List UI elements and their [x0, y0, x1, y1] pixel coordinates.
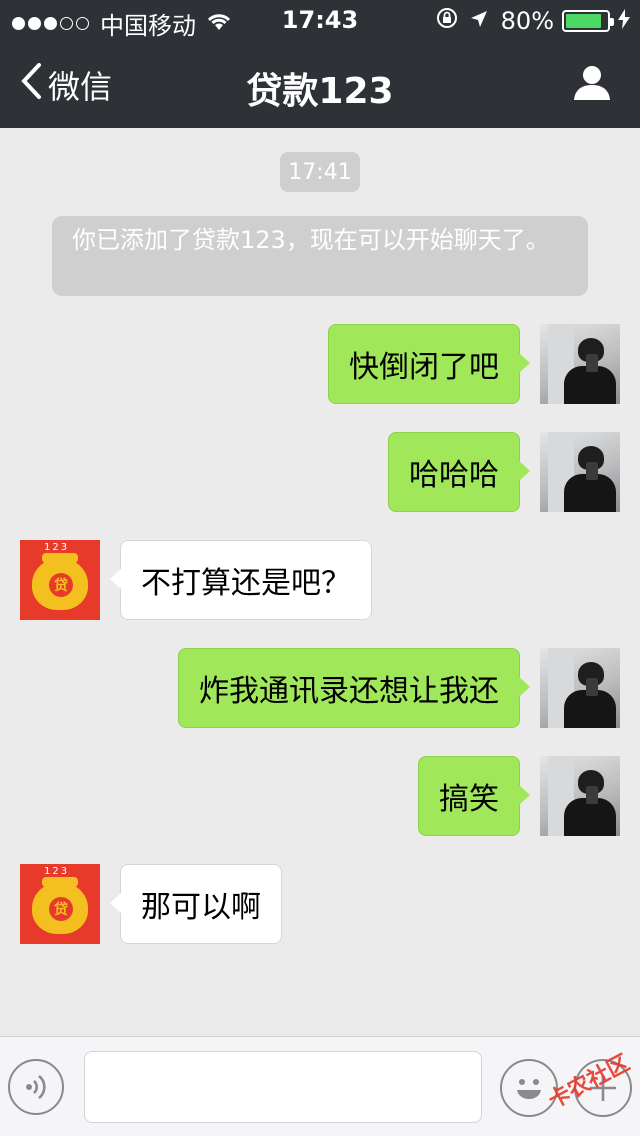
- message-text: 不打算还是吧？: [141, 566, 351, 601]
- my-avatar[interactable]: [540, 648, 620, 728]
- chat-area[interactable]: 17:41 你已添加了贷款123，现在可以开始聊天了。 快倒闭了吧 哈哈哈 12…: [0, 128, 640, 1036]
- message-text: 炸我通讯录还想让我还: [199, 674, 499, 709]
- message-bubble-received[interactable]: 那可以啊: [110, 864, 282, 944]
- status-bar: 中国移动 17:43 80%: [0, 0, 640, 40]
- message-bubble-sent[interactable]: 炸我通讯录还想让我还: [178, 648, 530, 728]
- message-input[interactable]: [84, 1051, 482, 1123]
- person-icon[interactable]: [572, 62, 612, 106]
- message-timestamp: 17:41: [280, 152, 360, 192]
- message-text: 那可以啊: [141, 890, 261, 925]
- contact-avatar[interactable]: 123 贷: [20, 540, 100, 620]
- avatar-coin-text: 贷: [49, 897, 73, 921]
- message-row: 123 贷 不打算还是吧？: [0, 540, 640, 620]
- message-row: 快倒闭了吧: [0, 324, 640, 404]
- message-bubble-sent[interactable]: 搞笑: [418, 756, 530, 836]
- charging-bolt-icon: [618, 7, 630, 35]
- orientation-lock-icon: [435, 6, 459, 36]
- avatar-coin-text: 贷: [49, 573, 73, 597]
- nav-bar: 微信 贷款123: [0, 40, 640, 128]
- battery-percent: 80%: [500, 7, 554, 35]
- message-row: 搞笑: [0, 756, 640, 836]
- my-avatar[interactable]: [540, 432, 620, 512]
- message-text: 哈哈哈: [409, 458, 499, 493]
- message-row: 哈哈哈: [0, 432, 640, 512]
- my-avatar[interactable]: [540, 756, 620, 836]
- avatar-numbers: 123: [44, 866, 70, 877]
- message-text: 搞笑: [439, 782, 499, 817]
- avatar-numbers: 123: [44, 542, 70, 553]
- message-text: 快倒闭了吧: [349, 350, 499, 385]
- message-bubble-sent[interactable]: 哈哈哈: [388, 432, 530, 512]
- system-message: 你已添加了贷款123，现在可以开始聊天了。: [52, 216, 588, 296]
- message-bubble-received[interactable]: 不打算还是吧？: [110, 540, 372, 620]
- message-row: 123 贷 那可以啊: [0, 864, 640, 944]
- my-avatar[interactable]: [540, 324, 620, 404]
- contact-avatar[interactable]: 123 贷: [20, 864, 100, 944]
- chat-title: 贷款123: [246, 71, 394, 112]
- battery-icon: [562, 10, 614, 32]
- voice-icon[interactable]: [8, 1059, 64, 1115]
- message-row: 炸我通讯录还想让我还: [0, 648, 640, 728]
- message-bubble-sent[interactable]: 快倒闭了吧: [328, 324, 530, 404]
- location-arrow-icon: [469, 7, 489, 35]
